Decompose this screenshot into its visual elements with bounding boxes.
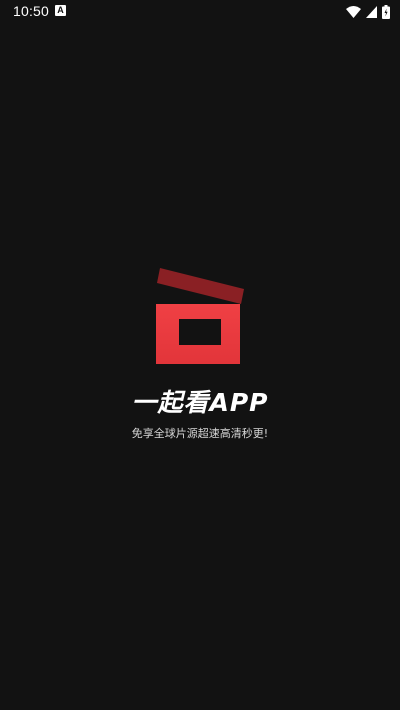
status-icons bbox=[346, 4, 390, 20]
splash-screen: 10:50 A 一起看APP 免享全球片源超速高清秒更! bbox=[0, 0, 400, 710]
status-time: 10:50 bbox=[13, 3, 50, 19]
wifi-icon bbox=[346, 6, 361, 18]
status-bar: 10:50 A bbox=[0, 0, 400, 24]
app-title: 一起看APP bbox=[131, 388, 269, 417]
cellular-signal-icon bbox=[366, 6, 377, 18]
notification-icon: A bbox=[55, 5, 66, 16]
clapperboard-icon bbox=[156, 268, 244, 364]
battery-icon bbox=[382, 5, 390, 19]
app-subtitle: 免享全球片源超速高清秒更! bbox=[131, 427, 269, 440]
